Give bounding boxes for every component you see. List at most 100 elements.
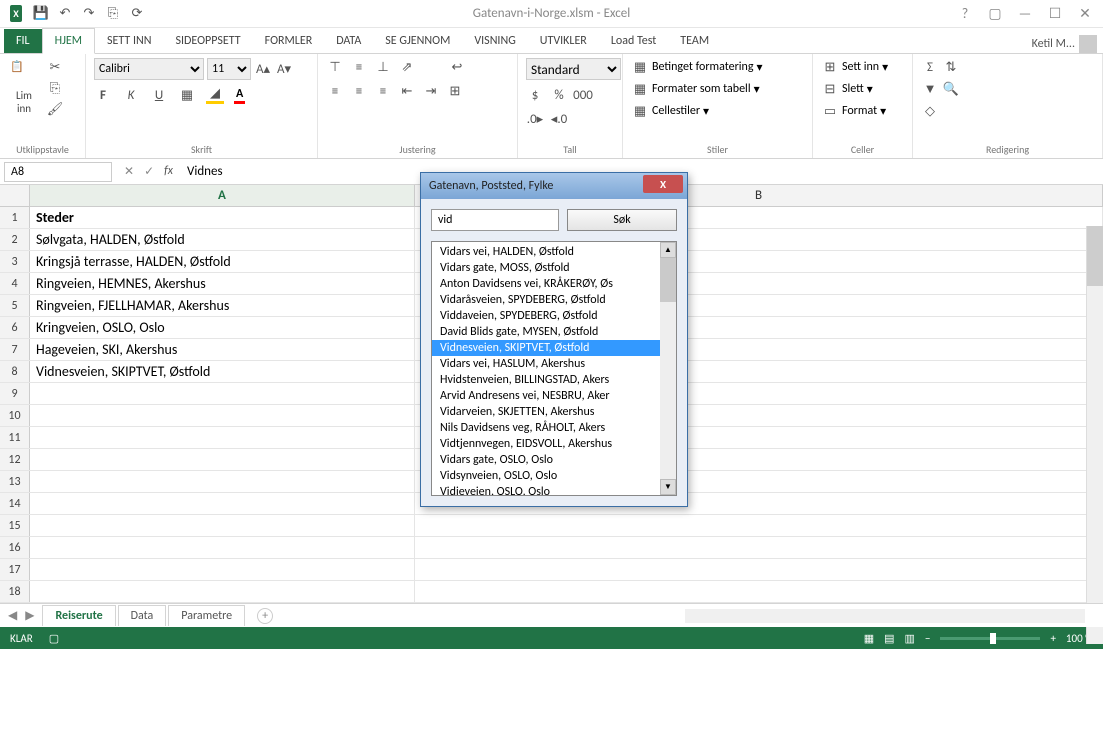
fill-icon[interactable]: ▼ (921, 80, 939, 98)
sheet-tab-data[interactable]: Data (118, 605, 167, 626)
format-button[interactable]: ▭Format ▾ (821, 102, 886, 120)
view-break-icon[interactable]: ▥ (905, 632, 915, 645)
row-header[interactable]: 15 (0, 515, 30, 536)
save-icon[interactable]: 💾 (32, 5, 50, 23)
list-item[interactable]: Vidjeveien, OSLO, Oslo (432, 484, 660, 496)
align-right-icon[interactable]: ≡ (374, 82, 392, 100)
decrease-font-icon[interactable]: A▾ (275, 60, 293, 78)
font-color-button[interactable]: A (234, 87, 245, 104)
dec-indent-icon[interactable]: ⇤ (398, 82, 416, 100)
list-item[interactable]: Vidars vei, HALDEN, Østfold (432, 244, 660, 260)
font-name-select[interactable]: Calibri (94, 58, 204, 80)
qat-icon-2[interactable]: ⟳ (128, 5, 146, 23)
cell[interactable] (30, 581, 415, 602)
sheet-nav-next[interactable]: ▶ (25, 608, 34, 623)
inc-decimal-icon[interactable]: .0▸ (526, 110, 544, 128)
cell[interactable] (30, 405, 415, 426)
increase-font-icon[interactable]: A▴ (254, 60, 272, 78)
zoom-in-icon[interactable]: + (1050, 632, 1055, 645)
horizontal-scrollbar[interactable] (685, 609, 1085, 623)
cell[interactable]: Hageveien, SKI, Akershus (30, 339, 415, 360)
border-button[interactable]: ▦ (178, 86, 196, 104)
tab-sideoppsett[interactable]: SIDEOPPSETT (163, 29, 252, 53)
sort-filter-icon[interactable]: ⇅ (942, 58, 960, 76)
cancel-formula-icon[interactable]: ✕ (124, 164, 134, 179)
format-as-table-button[interactable]: ▦Formater som tabell ▾ (631, 80, 760, 98)
find-icon[interactable]: 🔍 (942, 80, 960, 98)
cell[interactable]: Vidnesveien, SKIPTVET, Østfold (30, 361, 415, 382)
row-header[interactable]: 10 (0, 405, 30, 426)
redo-icon[interactable]: ↷ (80, 5, 98, 23)
user-account[interactable]: Ketil M... (1032, 35, 1097, 53)
list-item[interactable]: Nils Davidsens veg, RÅHOLT, Akers (432, 420, 660, 436)
cell[interactable] (415, 559, 1103, 580)
row-header[interactable]: 7 (0, 339, 30, 360)
zoom-out-icon[interactable]: − (925, 632, 930, 645)
cell[interactable] (30, 537, 415, 558)
row-header[interactable]: 5 (0, 295, 30, 316)
confirm-formula-icon[interactable]: ✓ (144, 164, 154, 179)
tab-formler[interactable]: FORMLER (253, 29, 325, 53)
paste-button[interactable]: 📋 Lim inn (8, 58, 40, 117)
row-header[interactable]: 3 (0, 251, 30, 272)
list-item[interactable]: Vidnesveien, SKIPTVET, Østfold (432, 340, 660, 356)
tab-settinn[interactable]: SETT INN (95, 29, 163, 53)
orientation-icon[interactable]: ⇗ (398, 58, 416, 76)
currency-icon[interactable]: $ (526, 86, 544, 104)
autosum-icon[interactable]: Σ (921, 58, 939, 76)
list-item[interactable]: Hvidstenveien, BILLINGSTAD, Akers (432, 372, 660, 388)
list-item[interactable]: David Blids gate, MYSEN, Østfold (432, 324, 660, 340)
scroll-up-icon[interactable]: ▲ (660, 242, 676, 258)
dialog-title-bar[interactable]: Gatenavn, Poststed, Fylke X (421, 173, 687, 199)
delete-button[interactable]: ⊟Slett ▾ (821, 80, 873, 98)
cell[interactable] (415, 581, 1103, 602)
align-bottom-icon[interactable]: ⊥ (374, 58, 392, 76)
percent-icon[interactable]: % (550, 86, 568, 104)
maximize-icon[interactable]: ☐ (1041, 4, 1069, 24)
font-size-select[interactable]: 11 (207, 58, 251, 80)
row-header[interactable]: 11 (0, 427, 30, 448)
cell[interactable] (30, 449, 415, 470)
row-header[interactable]: 16 (0, 537, 30, 558)
fx-icon[interactable]: fx (164, 164, 173, 179)
fill-color-button[interactable]: ◢ (206, 86, 224, 104)
align-center-icon[interactable]: ≡ (350, 82, 368, 100)
comma-icon[interactable]: 000 (574, 86, 592, 104)
row-header[interactable]: 13 (0, 471, 30, 492)
ribbon-toggle-icon[interactable]: ▢ (981, 4, 1009, 24)
conditional-formatting-button[interactable]: ▦Betinget formatering ▾ (631, 58, 763, 76)
sheet-nav-prev[interactable]: ◀ (8, 608, 17, 623)
cell-styles-button[interactable]: ▦Cellestiler ▾ (631, 102, 709, 120)
search-button[interactable]: Søk (567, 209, 677, 231)
list-item[interactable]: Anton Davidsens vei, KRÅKERØY, Øs (432, 276, 660, 292)
zoom-slider[interactable] (940, 637, 1040, 640)
name-box[interactable] (4, 162, 112, 182)
tab-loadtest[interactable]: Load Test (599, 29, 668, 53)
cell[interactable] (30, 559, 415, 580)
list-item[interactable]: Viddaveien, SPYDEBERG, Østfold (432, 308, 660, 324)
insert-button[interactable]: ⊞Sett inn ▾ (821, 58, 888, 76)
inc-indent-icon[interactable]: ⇥ (422, 82, 440, 100)
italic-button[interactable]: K (122, 86, 140, 104)
list-item[interactable]: Arvid Andresens vei, NESBRU, Aker (432, 388, 660, 404)
cell[interactable] (415, 537, 1103, 558)
results-listbox[interactable]: Vidars vei, HALDEN, ØstfoldVidars gate, … (431, 241, 677, 496)
new-sheet-button[interactable]: + (257, 608, 273, 624)
tab-hjem[interactable]: HJEM (42, 28, 95, 54)
sheet-tab-reiserute[interactable]: Reiserute (42, 605, 115, 626)
tab-segjennom[interactable]: SE GJENNOM (373, 29, 462, 53)
cell[interactable]: Kringveien, OSLO, Oslo (30, 317, 415, 338)
tab-team[interactable]: TEAM (668, 29, 721, 53)
search-input[interactable] (431, 209, 559, 231)
row-header[interactable]: 12 (0, 449, 30, 470)
listbox-scrollbar[interactable]: ▲ ▼ (660, 242, 676, 495)
format-painter-icon[interactable]: 🖌 (46, 100, 64, 118)
list-item[interactable]: Vidars vei, HASLUM, Akershus (432, 356, 660, 372)
tab-visning[interactable]: VISNING (462, 29, 527, 53)
cell[interactable] (30, 383, 415, 404)
minimize-icon[interactable]: — (1011, 4, 1039, 24)
row-header[interactable]: 8 (0, 361, 30, 382)
row-header[interactable]: 18 (0, 581, 30, 602)
cell[interactable] (30, 471, 415, 492)
sheet-tab-parametre[interactable]: Parametre (168, 605, 245, 626)
